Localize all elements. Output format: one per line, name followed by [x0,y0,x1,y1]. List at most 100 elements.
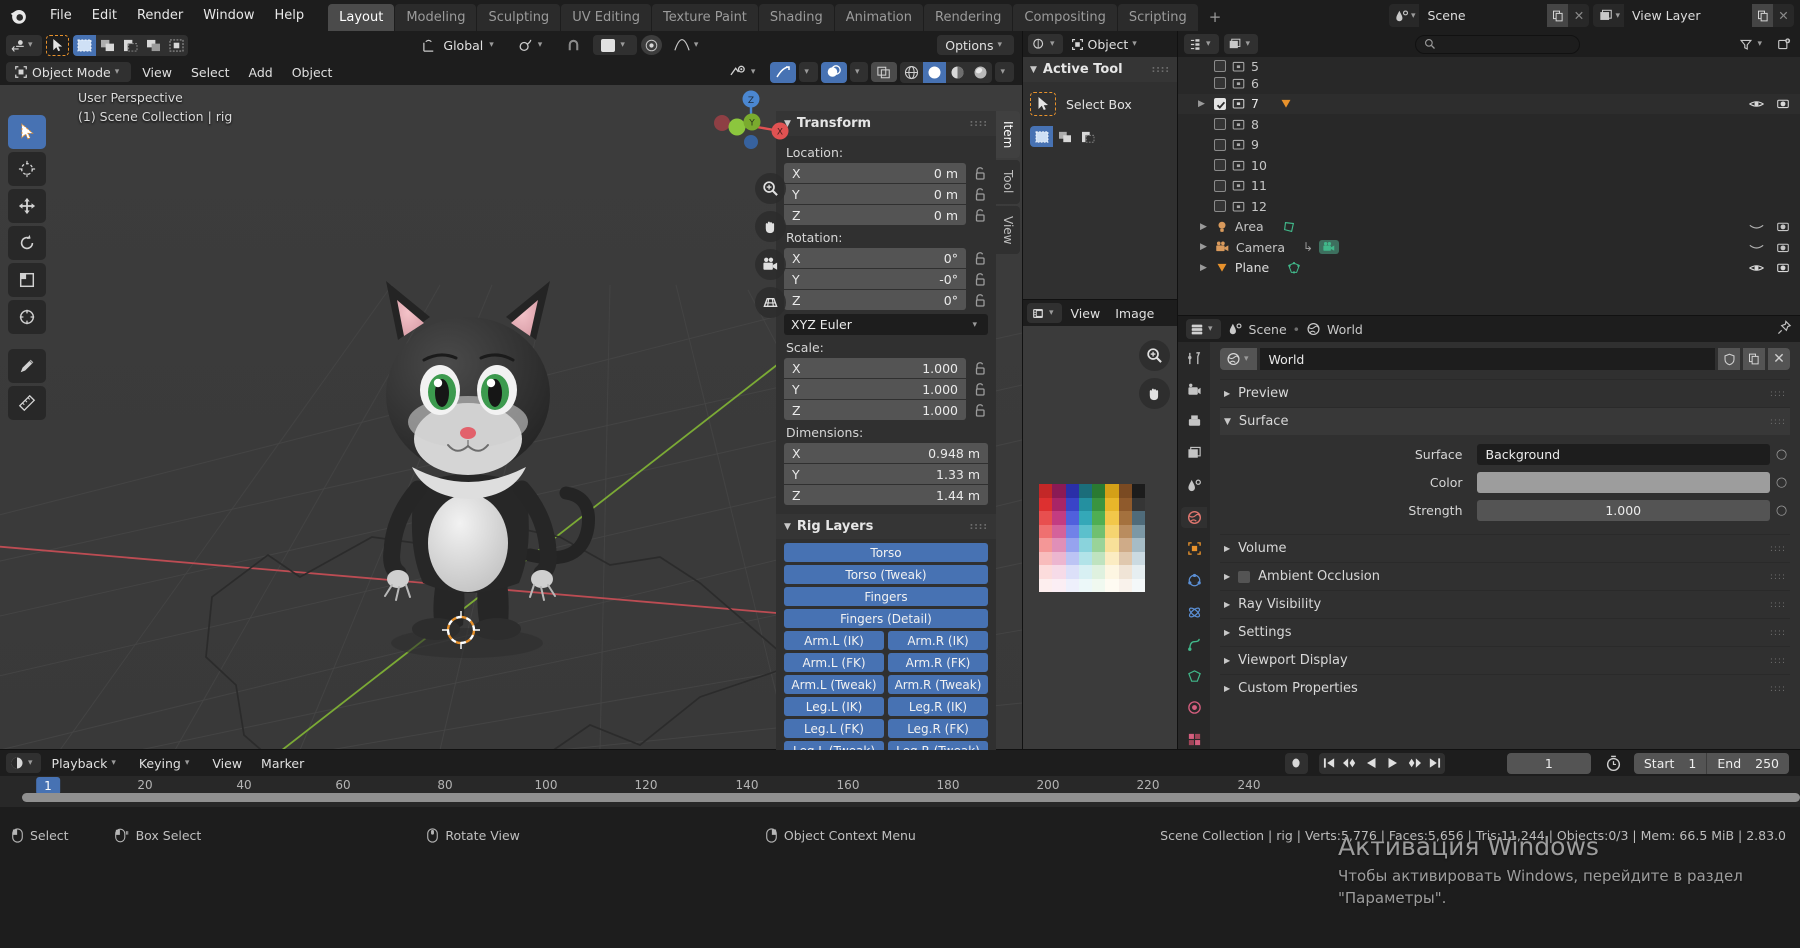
active-tool-object-selector[interactable]: Object ▾ [1067,34,1145,54]
pan-image-icon[interactable] [1139,378,1170,409]
rig-layer-leg-r-fk[interactable]: Leg.R (FK) [888,719,988,738]
scale-y-row[interactable]: Y 1.000 [784,379,988,399]
visibility-selector[interactable]: ▾ [722,62,768,82]
workspace-tab-rendering[interactable]: Rendering [924,4,1013,31]
scene-name-field[interactable]: Scene [1419,4,1548,27]
active-tool-selector[interactable]: ▾ [6,34,42,56]
tool-transform[interactable] [8,300,46,334]
workspace-tab-texture-paint[interactable]: Texture Paint [652,4,758,31]
timeline-menu-view[interactable]: View [204,753,250,774]
section-volume[interactable]: ▶ Volume :::: [1220,534,1790,562]
previous-keyframe-button[interactable] [1340,753,1361,774]
gizmo-options-button[interactable]: ▾ [799,62,818,82]
lock-rotation-x-icon[interactable] [972,250,988,266]
tool-select-set-icon[interactable] [1030,126,1053,147]
lock-location-z-icon[interactable] [972,207,988,223]
strength-value[interactable]: 1.000 [1476,500,1770,521]
sidebar-tab-item[interactable]: Item [996,111,1020,159]
outliner-display-mode-selector[interactable]: ▾ [1223,34,1259,54]
use-preview-range-icon[interactable] [1605,755,1622,772]
frame-range-fields[interactable]: Start 1 End 250 [1633,752,1789,774]
menu-file[interactable]: File [40,5,82,26]
menu-window[interactable]: Window [193,5,264,26]
properties-tab-physics[interactable] [1181,602,1207,623]
expand-triangle-icon[interactable]: ▶ [1198,99,1205,109]
collection-checkbox[interactable] [1214,77,1226,90]
breadcrumb-scene[interactable]: Scene [1249,322,1287,337]
collection-checkbox[interactable] [1214,138,1226,151]
menu-help[interactable]: Help [265,5,315,26]
sidebar-tab-view[interactable]: View [996,205,1020,255]
image-editor-menu-image[interactable]: Image [1109,303,1160,324]
section-surface[interactable]: ▼ Surface :::: [1220,407,1790,435]
viewport-options-button[interactable]: Options ▾ [937,35,1015,55]
rendered-shading-icon[interactable] [969,62,992,83]
show-overlays-toggle[interactable] [820,61,847,83]
section-preview[interactable]: ▶ Preview :::: [1220,379,1790,407]
expand-triangle-icon[interactable]: ▶ [1200,263,1207,273]
add-workspace-button[interactable]: + [1199,3,1232,31]
properties-editor-type-selector[interactable]: ▾ [1186,319,1221,339]
workspace-tab-modeling[interactable]: Modeling [395,4,477,31]
outliner-editor-type-selector[interactable]: ▾ [1184,34,1219,54]
rotation-mode-dropdown[interactable]: XYZ Euler ▾ [784,314,988,335]
image-editor[interactable]: ▾ View Image [1022,300,1178,750]
active-tool-mode-segments[interactable] [1030,126,1104,147]
material-preview-shading-icon[interactable] [946,62,969,83]
tool-measure[interactable] [8,386,46,420]
scale-x-row[interactable]: X 1.000 [784,358,988,378]
view-layer-name-field[interactable]: View Layer [1624,4,1752,27]
collection-checkbox[interactable] [1214,60,1226,72]
outliner-editor[interactable]: ▾ ▾ ▾ 5 6 ▶ 7 8 9 10 11 12 ▶ Area ▶ Came… [1178,31,1800,316]
tool-select-extend-icon[interactable] [1053,126,1076,147]
timeline-editor-type-selector[interactable]: ▾ [6,753,41,773]
properties-tab-texture[interactable] [1181,729,1207,750]
menu-render[interactable]: Render [127,5,193,26]
proportional-editing-toggle[interactable] [640,35,662,55]
select-subtract-icon[interactable] [119,35,142,56]
outliner-filter-button[interactable]: ▾ [1736,34,1769,54]
jump-to-end-button[interactable] [1424,753,1445,774]
pivot-point-selector[interactable]: ▾ [510,35,555,55]
select-intersect-icon[interactable] [165,35,188,56]
jump-to-start-button[interactable] [1319,753,1340,774]
new-scene-button[interactable] [1547,4,1569,27]
workspace-tab-shading[interactable]: Shading [758,4,834,31]
eye-closed-icon[interactable] [1749,242,1764,252]
camera-icon[interactable] [1776,261,1790,274]
ambient-occlusion-checkbox[interactable] [1238,570,1251,583]
editor-divider-horizontal[interactable] [1178,315,1800,316]
rig-layer-leg-l-ik[interactable]: Leg.L (IK) [784,697,884,716]
outliner-row-area[interactable]: ▶ Area [1178,217,1800,238]
timeline-menu-playback[interactable]: Playback ▾ [44,753,128,773]
rotation-x-row[interactable]: X 0° [784,248,988,268]
tool-annotate[interactable] [8,349,46,383]
section-ray-visibility[interactable]: ▶ Ray Visibility :::: [1220,590,1790,618]
section-settings[interactable]: ▶ Settings :::: [1220,618,1790,646]
surface-animate-icon[interactable]: ○ [1773,444,1790,465]
eye-icon[interactable] [1749,262,1764,274]
dimensions-x-row[interactable]: X 0.948 m [784,443,988,463]
workspace-tab-animation[interactable]: Animation [834,4,923,31]
rig-layer-fingers-detail[interactable]: Fingers (Detail) [784,609,988,628]
rig-layer-leg-r-tweak[interactable]: Leg.R (Tweak) [888,741,988,750]
timeline-menu-marker[interactable]: Marker [253,753,312,774]
workspace-tab-sculpting[interactable]: Sculpting [477,4,561,31]
image-editor-type-selector[interactable]: ▾ [1027,303,1062,323]
properties-tab-scene[interactable] [1181,475,1207,496]
properties-tab-constraints[interactable] [1181,634,1207,655]
image-editor-canvas[interactable] [1022,326,1178,750]
viewport-3d[interactable]: ▾ Global ▾ ▾ ▾ ▾ Options ▾ Object Mode ▾… [0,31,1022,750]
falloff-curve-selector[interactable]: ▾ [666,35,711,55]
start-frame-field[interactable]: Start 1 [1634,753,1707,774]
zoom-view-icon[interactable] [755,173,786,204]
select-invert-icon[interactable] [142,35,165,56]
rig-layer-leg-r-ik[interactable]: Leg.R (IK) [888,697,988,716]
scale-z-row[interactable]: Z 1.000 [784,400,988,420]
lock-rotation-z-icon[interactable] [972,292,988,308]
blender-logo-icon[interactable] [8,5,30,27]
select-set-icon[interactable] [72,34,96,56]
section-viewport-display[interactable]: ▶ Viewport Display :::: [1220,646,1790,674]
editor-divider-vertical-2[interactable] [1177,31,1178,750]
world-datablock-selector[interactable]: ▾ [1220,348,1257,370]
